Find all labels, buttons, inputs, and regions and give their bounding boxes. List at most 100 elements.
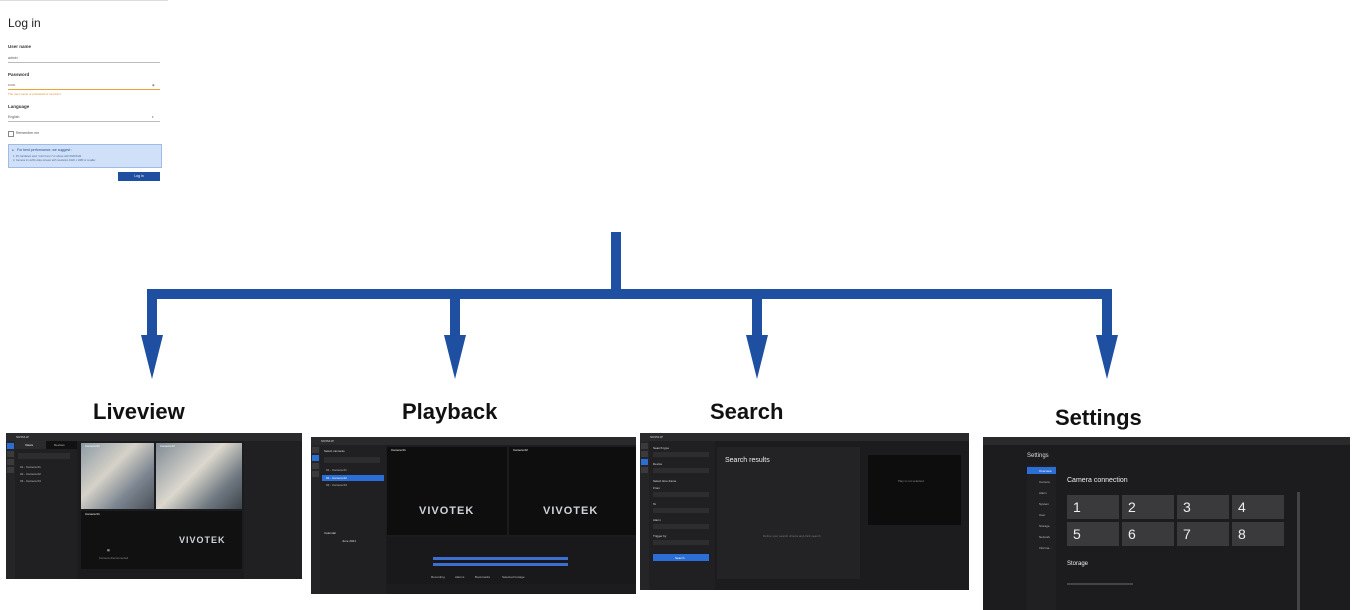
- eye-icon[interactable]: ◉: [152, 83, 155, 87]
- login-panel: Log in User name admin Password •••••• ◉…: [0, 0, 168, 181]
- recording-bar: [433, 563, 568, 566]
- username-field[interactable]: admin: [8, 56, 18, 60]
- vivotek-logo: VIVOTEK: [543, 505, 599, 517]
- legend-item: Selected footage: [502, 575, 525, 579]
- camera-slot[interactable]: 5: [1067, 522, 1119, 546]
- remember-label: Remember me: [16, 131, 40, 135]
- video-tile[interactable]: Camera 02 VIVOTEK: [509, 447, 636, 535]
- list-item[interactable]: 01 - Camera 01: [20, 465, 41, 469]
- search-input[interactable]: [18, 453, 70, 459]
- trigger-select[interactable]: [653, 540, 709, 545]
- arrow-head: [1096, 335, 1118, 379]
- playback-nav-icon[interactable]: [7, 451, 14, 457]
- search-nav-icon[interactable]: [641, 459, 648, 465]
- menu-item[interactable]: Camera: [1039, 480, 1050, 484]
- camera-slot[interactable]: 7: [1177, 522, 1229, 546]
- drop-line: [752, 289, 762, 337]
- settings-title: Settings: [1027, 453, 1049, 459]
- no-signal-text: Camera disconnected: [99, 556, 129, 560]
- calendar-heading: Calendar: [324, 531, 337, 535]
- list-item[interactable]: 03 - Camera 03: [326, 483, 347, 487]
- language-underline: [8, 121, 160, 122]
- empty-hint: Define your search criteria and click se…: [763, 534, 821, 538]
- camera-slot[interactable]: 8: [1232, 522, 1284, 546]
- liveview-nav-icon[interactable]: [312, 447, 319, 453]
- remember-checkbox[interactable]: [8, 131, 14, 137]
- language-select[interactable]: English: [8, 115, 19, 119]
- language-label: Language: [8, 104, 30, 109]
- password-field[interactable]: ••••••: [8, 83, 15, 87]
- liveview-nav-icon[interactable]: [641, 443, 648, 449]
- list-item[interactable]: 03 - Camera 03: [20, 479, 41, 483]
- playback-nav-icon[interactable]: [641, 451, 648, 457]
- list-item-selected[interactable]: 02 - Camera 02: [322, 475, 384, 481]
- camera-tile[interactable]: Camera 01: [81, 443, 154, 509]
- search-nav-icon[interactable]: [312, 463, 319, 469]
- views-panel: Views Devices 01 - Camera 01 02 - Camera…: [15, 441, 77, 579]
- menu-item[interactable]: Storage: [1039, 524, 1050, 528]
- tab-views[interactable]: Views: [15, 441, 46, 449]
- drop-line: [147, 289, 157, 337]
- menu-item[interactable]: User: [1039, 513, 1045, 517]
- camera-slot[interactable]: 3: [1177, 495, 1229, 519]
- vivotek-logo: VIVOTEK: [419, 505, 475, 517]
- chevron-down-icon[interactable]: ▾: [152, 115, 154, 119]
- playback-nav-icon[interactable]: [312, 455, 319, 461]
- search-input[interactable]: [324, 457, 380, 463]
- legend-item: Recording: [431, 575, 445, 579]
- device-select[interactable]: [653, 468, 709, 473]
- timeline[interactable]: Recording Alarms Bookmarks Selected foot…: [387, 537, 636, 584]
- brand-label: ND9541P: [650, 435, 664, 439]
- info-line: 2. Camera in H.264 video stream with res…: [13, 159, 96, 162]
- list-item[interactable]: 01 - Camera 01: [326, 468, 347, 472]
- vivotek-logo: VIVOTEK: [179, 535, 226, 545]
- storage-heading: Storage: [1067, 561, 1089, 567]
- camera-tile[interactable]: Camera 02: [156, 443, 242, 509]
- nav-rail: [640, 441, 649, 590]
- camera-select-panel: Select cameras 01 - Camera 01 02 - Camer…: [320, 445, 386, 594]
- search-nav-icon[interactable]: [7, 459, 14, 465]
- select-cameras-heading: Select cameras: [324, 449, 345, 453]
- info-box: ● For best performance, we suggest : 1. …: [8, 144, 162, 168]
- alarm-select[interactable]: [653, 524, 709, 529]
- camera-slot[interactable]: 6: [1122, 522, 1174, 546]
- results-panel: Search results Define your search criter…: [717, 447, 860, 579]
- list-item[interactable]: 02 - Camera 02: [20, 472, 41, 476]
- settings-nav-icon[interactable]: [641, 467, 648, 473]
- top-bar: [640, 433, 969, 441]
- top-bar: [311, 437, 636, 445]
- arrow-head: [444, 335, 466, 379]
- menu-item-overview[interactable]: Overview: [1027, 467, 1056, 474]
- scrollbar[interactable]: [1297, 492, 1300, 610]
- camera-slot[interactable]: 2: [1122, 495, 1174, 519]
- nav-rail: [311, 445, 320, 594]
- camera-tile[interactable]: Camera 01 ▦ Camera disconnected VIVOTEK: [81, 511, 242, 569]
- top-bar: [983, 437, 1350, 445]
- legend-item: Alarms: [455, 575, 465, 579]
- menu-item[interactable]: Informa...: [1039, 546, 1052, 550]
- camera-slot[interactable]: 1: [1067, 495, 1119, 519]
- settings-nav-icon[interactable]: [7, 467, 14, 473]
- liveview-nav-icon[interactable]: [7, 443, 14, 449]
- login-button[interactable]: Log in: [118, 172, 160, 181]
- search-criteria-panel: Search type Device Select time frame Fro…: [649, 441, 715, 590]
- ptz-panel: [244, 441, 302, 579]
- tab-devices[interactable]: Devices: [46, 441, 77, 449]
- video-tile[interactable]: Camera 01 VIVOTEK: [387, 447, 507, 535]
- username-underline: [8, 62, 160, 63]
- search-button[interactable]: Search: [653, 554, 709, 561]
- search-screenshot: ND9541P Search type Device Select time f…: [640, 433, 969, 590]
- player-panel[interactable]: Play is not selected: [868, 455, 961, 525]
- nav-rail: [6, 441, 15, 579]
- menu-item[interactable]: Network: [1039, 535, 1050, 539]
- settings-menu: Overview Camera Alarm System User Storag…: [1027, 465, 1056, 610]
- branch-line: [147, 289, 1112, 299]
- search-type-select[interactable]: [653, 452, 709, 457]
- from-field[interactable]: [653, 492, 709, 497]
- settings-nav-icon[interactable]: [312, 471, 319, 477]
- menu-item[interactable]: System: [1039, 502, 1049, 506]
- menu-item[interactable]: Alarm: [1039, 491, 1047, 495]
- camera-slot[interactable]: 4: [1232, 495, 1284, 519]
- to-field[interactable]: [653, 508, 709, 513]
- recording-bar: [433, 557, 568, 560]
